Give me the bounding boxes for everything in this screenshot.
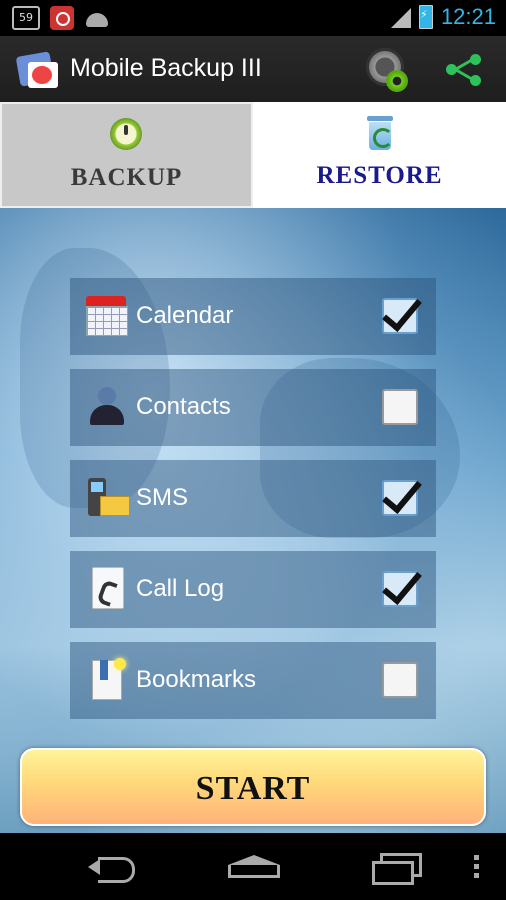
- tab-restore-label: RESTORE: [316, 162, 443, 189]
- call-log-checkbox[interactable]: [382, 563, 422, 607]
- option-row-contacts[interactable]: Contacts: [70, 369, 436, 446]
- sms-checkbox[interactable]: [382, 472, 422, 516]
- restore-recycle-icon: [365, 116, 395, 152]
- app-logo-icon: [15, 48, 60, 90]
- tab-backup-label: BACKUP: [70, 164, 183, 191]
- back-icon[interactable]: [88, 853, 136, 883]
- option-row-bookmarks[interactable]: Bookmarks: [70, 642, 436, 719]
- option-row-sms[interactable]: SMS: [70, 460, 436, 537]
- contacts-icon: [86, 385, 128, 427]
- app-notification-icon: [50, 6, 74, 30]
- options-list: Calendar Contacts SMS Call Log Bookmarks: [70, 278, 436, 733]
- overflow-menu-icon[interactable]: [474, 855, 482, 881]
- action-bar: Mobile Backup III: [0, 36, 506, 102]
- calendar-icon: [86, 294, 128, 336]
- call-log-icon: [86, 567, 128, 609]
- tab-backup[interactable]: BACKUP: [0, 102, 253, 208]
- start-button[interactable]: START: [20, 748, 486, 826]
- tab-bar: BACKUP RESTORE: [0, 102, 506, 208]
- settings-gear-icon[interactable]: [364, 46, 412, 94]
- system-nav-bar: [0, 833, 506, 900]
- option-label: Bookmarks: [136, 666, 257, 693]
- bookmarks-icon: [86, 658, 128, 700]
- option-row-calendar[interactable]: Calendar: [70, 278, 436, 355]
- option-label: Calendar: [136, 302, 234, 329]
- option-label: Contacts: [136, 393, 231, 420]
- recent-apps-icon[interactable]: [372, 853, 422, 885]
- battery-icon: [418, 5, 433, 29]
- backup-clock-icon: [110, 118, 142, 150]
- option-label: Call Log: [136, 575, 225, 602]
- share-icon[interactable]: [444, 50, 484, 90]
- sms-icon: [86, 476, 130, 518]
- option-label: SMS: [136, 484, 189, 511]
- calendar-checkbox[interactable]: [382, 290, 422, 334]
- status-bar: 59 12:21: [0, 0, 506, 36]
- android-icon: [84, 7, 110, 29]
- contacts-checkbox[interactable]: [382, 389, 418, 425]
- home-icon[interactable]: [228, 855, 280, 879]
- app-title: Mobile Backup III: [70, 54, 262, 82]
- notification-badge: 59: [12, 6, 40, 30]
- restore-content-panel: Calendar Contacts SMS Call Log Bookmarks: [0, 208, 506, 833]
- tab-restore[interactable]: RESTORE: [253, 102, 506, 208]
- start-button-label: START: [195, 770, 311, 807]
- bookmarks-checkbox[interactable]: [382, 662, 418, 698]
- option-row-call-log[interactable]: Call Log: [70, 551, 436, 628]
- status-clock: 12:21: [440, 4, 496, 29]
- signal-icon: [390, 6, 411, 28]
